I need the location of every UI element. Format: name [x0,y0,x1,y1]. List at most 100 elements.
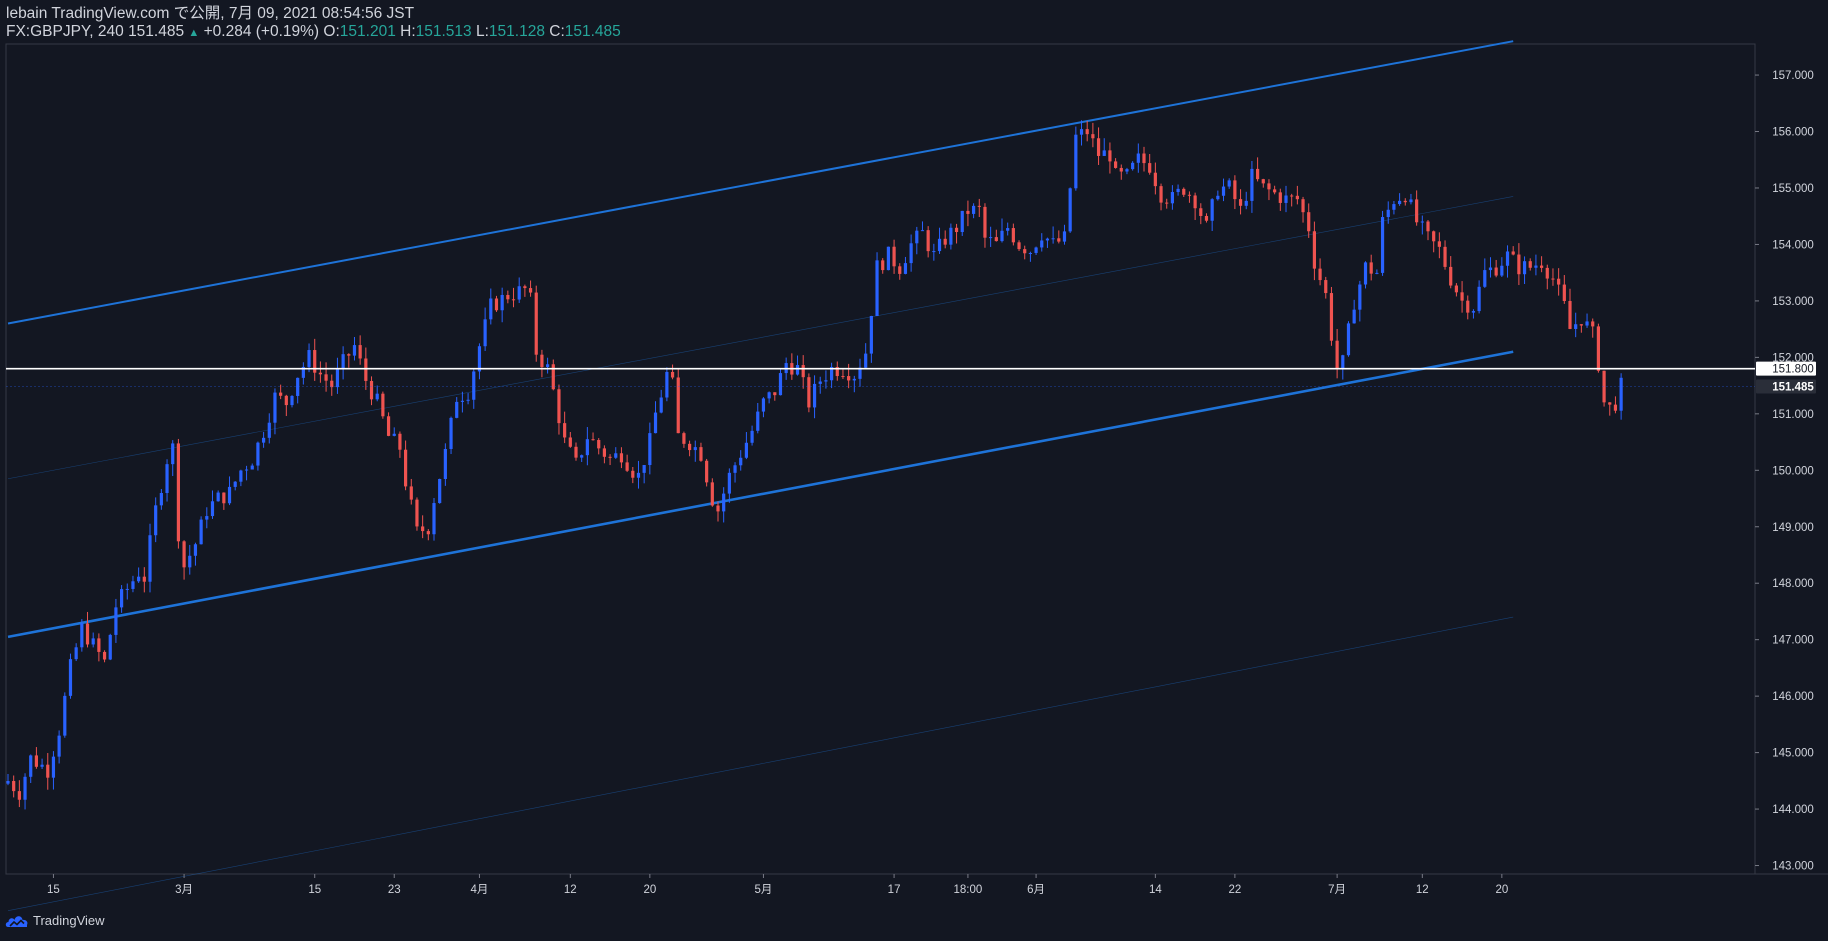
candle-body [1045,238,1050,241]
candle-body [227,486,232,504]
candle-body [1505,251,1510,266]
candle-body [1216,195,1220,200]
candle-body [688,443,692,451]
candle-body [375,393,379,400]
channel-outer-lower-line[interactable] [7,616,1514,911]
candle-body [188,555,192,568]
channel-upper-line[interactable] [7,40,1514,325]
candle-body [591,439,595,441]
candle-body [1023,249,1027,254]
candle-body [80,623,84,648]
candle-body [659,397,663,413]
candle-body [1017,242,1021,250]
time-tick-label: 12 [1416,884,1429,896]
candle-body [563,423,567,438]
candle-body [1335,340,1339,370]
candle-body [40,764,44,767]
candle-body [1250,168,1254,201]
horizontal-level[interactable] [6,367,1755,387]
candle-body [23,776,27,800]
candle-body [1068,188,1072,232]
candle-body [239,470,243,482]
candle-body [1238,199,1243,206]
candle-body [1341,355,1345,370]
price-tick-label: 145.000 [1772,748,1814,760]
candle-body [386,416,391,436]
candle-body [216,492,220,502]
candle-body [222,492,226,504]
candle-body [705,460,709,483]
candle-body [46,764,50,778]
candle-body [409,486,413,500]
candle-body [120,589,124,608]
candle-body [1522,261,1527,275]
candle-body [699,447,703,461]
candle-body [1119,167,1123,172]
candle-body [1386,209,1390,218]
candle-body [954,227,959,233]
candle-body [932,251,936,253]
candle-body [585,439,589,456]
candle-body [455,401,459,418]
candle-body [1511,251,1515,255]
time-tick-label: 14 [1149,884,1162,896]
candle-body [1562,284,1566,302]
channel-lower-line[interactable] [7,350,1514,639]
candle-body [1432,231,1436,242]
candle-body [318,372,322,375]
candle-body [352,345,357,356]
price-tick-label: 153.000 [1772,296,1814,308]
candle-body [1221,186,1226,196]
candle-body [1534,265,1538,268]
candle-body [51,756,56,778]
candle-body [154,505,158,536]
candle-body [421,526,425,532]
candle-body [1574,324,1578,329]
candle-body [841,376,845,378]
tradingview-cloud-icon [5,915,28,927]
candle-body [483,319,487,347]
time-tick-label: 4月 [470,884,488,896]
candle-body [114,607,118,635]
candle-body [165,464,169,494]
candle-body [773,392,777,396]
candle-body [1608,402,1612,405]
candle-body [250,465,254,470]
candle-body [1545,267,1549,279]
price-tick-label: 156.000 [1772,127,1814,139]
candle-body [1403,200,1407,203]
candle-body [1551,278,1555,280]
candle-body [568,437,572,447]
candle-body [1443,246,1447,267]
candle-body [1057,238,1061,242]
candle-body [1011,228,1015,243]
candle-body [540,354,544,367]
price-chart[interactable]: 143.000 144.000 145.000 146.000 147.000 148.0… [0,0,1828,941]
price-tick-label: 144.000 [1772,804,1814,816]
candle-body [1079,129,1084,135]
candle-body [489,298,493,320]
candle-body [750,430,754,443]
candle-body [1471,311,1476,313]
channel-inner-upper-line[interactable] [7,196,1514,480]
candle-body [210,501,215,517]
candle-body [636,472,641,478]
candle-body [523,286,527,289]
trend-channel[interactable] [7,40,1514,911]
candle-body [739,457,743,466]
candle-body [392,433,396,436]
candle-body [273,392,277,423]
candle-body [1284,195,1288,203]
candle-body [1176,188,1180,193]
time-tick-label: 7月 [1328,884,1346,896]
time-axis[interactable]: 15 3月 15 23 4月 12 20 5月 17 18:00 6月 14 22 7月 12 20 [47,874,1508,896]
time-tick-label: 20 [1495,884,1508,896]
candle-body [767,392,771,399]
candle-body [63,695,67,736]
candle-body [284,395,288,406]
candle-body [812,383,817,408]
candle-body [625,462,629,471]
price-axis[interactable]: 143.000 144.000 145.000 146.000 147.000 148.0… [1755,70,1816,873]
candle-body [324,374,328,381]
price-tick-label: 143.000 [1772,861,1814,873]
